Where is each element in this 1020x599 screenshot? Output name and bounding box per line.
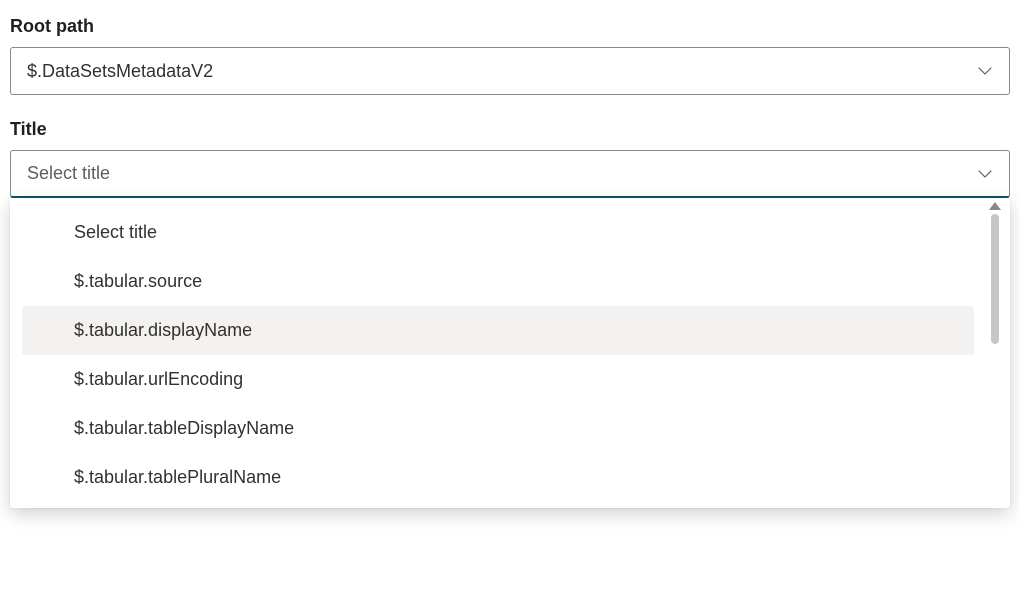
- title-dropdown-listbox: Select title$.tabular.source$.tabular.di…: [10, 198, 1010, 508]
- title-option[interactable]: $.tabular.source: [22, 257, 974, 306]
- root-path-field: Root path $.DataSetsMetadataV2: [10, 16, 1010, 95]
- title-option[interactable]: $.tabular.tableDisplayName: [22, 404, 974, 453]
- chevron-down-icon: [977, 63, 993, 79]
- title-options-container: Select title$.tabular.source$.tabular.di…: [10, 208, 1010, 502]
- chevron-down-icon: [977, 166, 993, 182]
- title-placeholder: Select title: [27, 163, 977, 184]
- root-path-label: Root path: [10, 16, 1010, 37]
- root-path-value: $.DataSetsMetadataV2: [27, 61, 977, 82]
- scroll-up-icon: [989, 202, 1001, 210]
- scrollbar[interactable]: [988, 202, 1002, 500]
- scroll-thumb[interactable]: [991, 214, 999, 344]
- root-path-dropdown[interactable]: $.DataSetsMetadataV2: [10, 47, 1010, 95]
- title-option[interactable]: $.tabular.tablePluralName: [22, 453, 974, 502]
- title-field: Title Select title Select title$.tabular…: [10, 119, 1010, 508]
- title-label: Title: [10, 119, 1010, 140]
- title-option[interactable]: $.tabular.displayName: [22, 306, 974, 355]
- title-option[interactable]: $.tabular.urlEncoding: [22, 355, 974, 404]
- title-option[interactable]: Select title: [22, 208, 974, 257]
- title-dropdown[interactable]: Select title: [10, 150, 1010, 198]
